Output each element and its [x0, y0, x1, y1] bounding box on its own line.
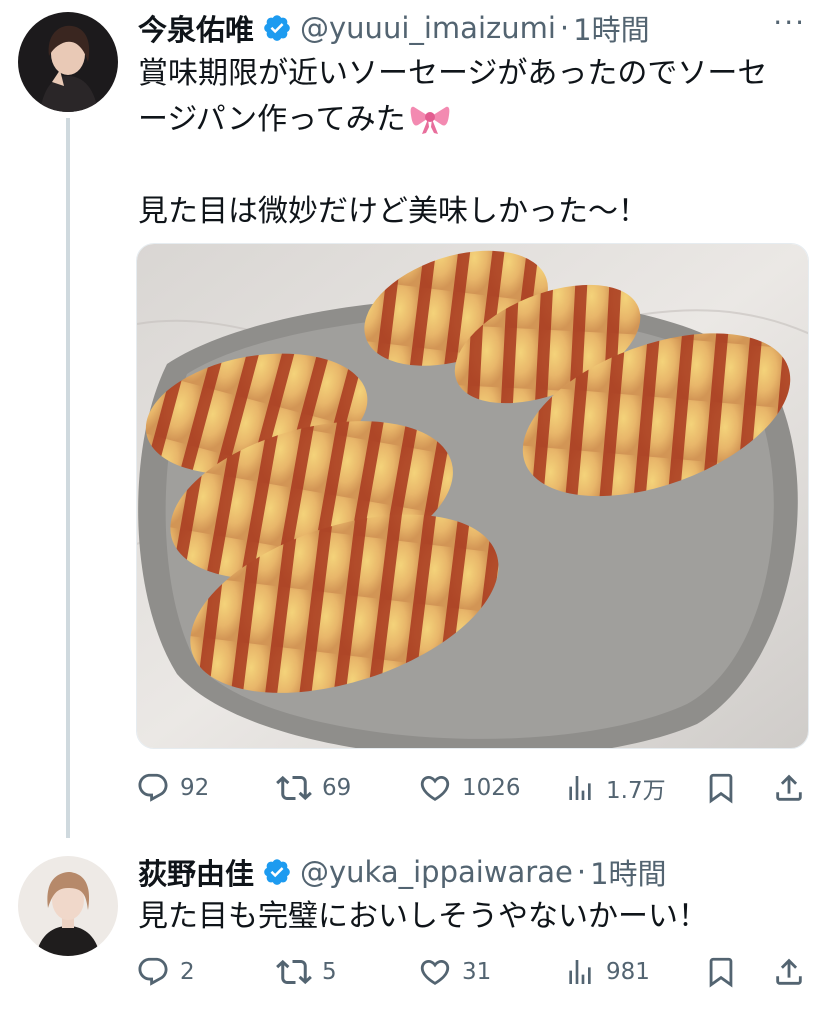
text-line: 賞味期限が近いソーセージがあったのでソーセ — [138, 56, 768, 91]
text-line: 見た目は微妙だけど美味しかった〜！ — [138, 194, 648, 229]
tweet-actions: 92 69 1026 1.7万 — [136, 768, 812, 808]
tweet-header: 荻野由佳 @yuka_ippaiwarae · 1時間 — [138, 852, 667, 892]
retweet-icon — [276, 959, 312, 985]
user-handle[interactable]: @yuuui_imaizumi — [300, 11, 556, 45]
more-icon[interactable]: ··· — [773, 6, 806, 39]
retweet-count: 5 — [322, 959, 337, 985]
verified-badge-icon — [262, 857, 292, 887]
share-button[interactable] — [772, 768, 806, 808]
reply-button[interactable]: 2 — [136, 952, 195, 992]
bookmark-icon — [709, 773, 733, 804]
views-count: 981 — [606, 959, 650, 985]
bookmark-icon — [709, 957, 733, 988]
thread-connector-line — [66, 118, 70, 838]
like-count: 1026 — [462, 775, 521, 801]
verified-badge-icon — [262, 13, 292, 43]
tweet-header: 今泉佑唯 @yuuui_imaizumi · 1時間 — [138, 8, 650, 48]
views-icon — [569, 776, 591, 800]
reply-count: 92 — [180, 775, 210, 801]
tweet-actions: 2 5 31 981 — [136, 952, 812, 992]
tweet-text: 賞味期限が近いソーセージがあったのでソーセ ージパン作ってみた 見た目は微妙だけ… — [138, 51, 814, 235]
views-count: 1.7万 — [606, 778, 666, 804]
retweet-button[interactable]: 5 — [276, 952, 337, 992]
share-icon — [776, 958, 802, 985]
retweet-count: 69 — [322, 775, 352, 801]
reply-button[interactable]: 92 — [136, 768, 209, 808]
avatar-ogino[interactable] — [18, 856, 118, 956]
separator-dot: · — [576, 855, 587, 889]
separator-dot: · — [559, 11, 570, 45]
like-icon — [420, 775, 450, 801]
share-button[interactable] — [772, 952, 806, 992]
avatar-imaizumi[interactable] — [18, 12, 118, 112]
retweet-button[interactable]: 69 — [276, 768, 351, 808]
share-icon — [776, 774, 802, 801]
ribbon-emoji — [410, 101, 450, 135]
text-line: 見た目も完璧においしそうやないかーい！ — [138, 899, 708, 934]
like-count: 31 — [462, 959, 492, 985]
bookmark-button[interactable] — [704, 952, 738, 992]
bookmark-button[interactable] — [704, 768, 738, 808]
like-button[interactable]: 1026 — [418, 768, 521, 808]
user-handle[interactable]: @yuka_ippaiwarae — [300, 855, 573, 889]
retweet-icon — [276, 775, 312, 801]
views-button[interactable]: 981 — [564, 952, 650, 992]
display-name[interactable]: 荻野由佳 — [138, 851, 254, 893]
reply-icon — [138, 957, 168, 986]
text-line: ージパン作ってみた — [138, 102, 406, 137]
views-button[interactable]: 1.7万 — [564, 768, 666, 808]
like-button[interactable]: 31 — [418, 952, 491, 992]
reply-icon — [138, 773, 168, 802]
text-line-with-emoji: ージパン作ってみた — [138, 97, 814, 143]
display-name[interactable]: 今泉佑唯 — [138, 7, 254, 49]
timestamp[interactable]: 1時間 — [573, 7, 649, 49]
reply-count: 2 — [180, 959, 195, 985]
like-icon — [420, 959, 450, 985]
tweet-photo-sausage-bread[interactable] — [136, 243, 809, 749]
views-icon — [569, 960, 591, 984]
tweet-text: 見た目も完璧においしそうやないかーい！ — [138, 894, 814, 940]
timestamp[interactable]: 1時間 — [590, 851, 666, 893]
